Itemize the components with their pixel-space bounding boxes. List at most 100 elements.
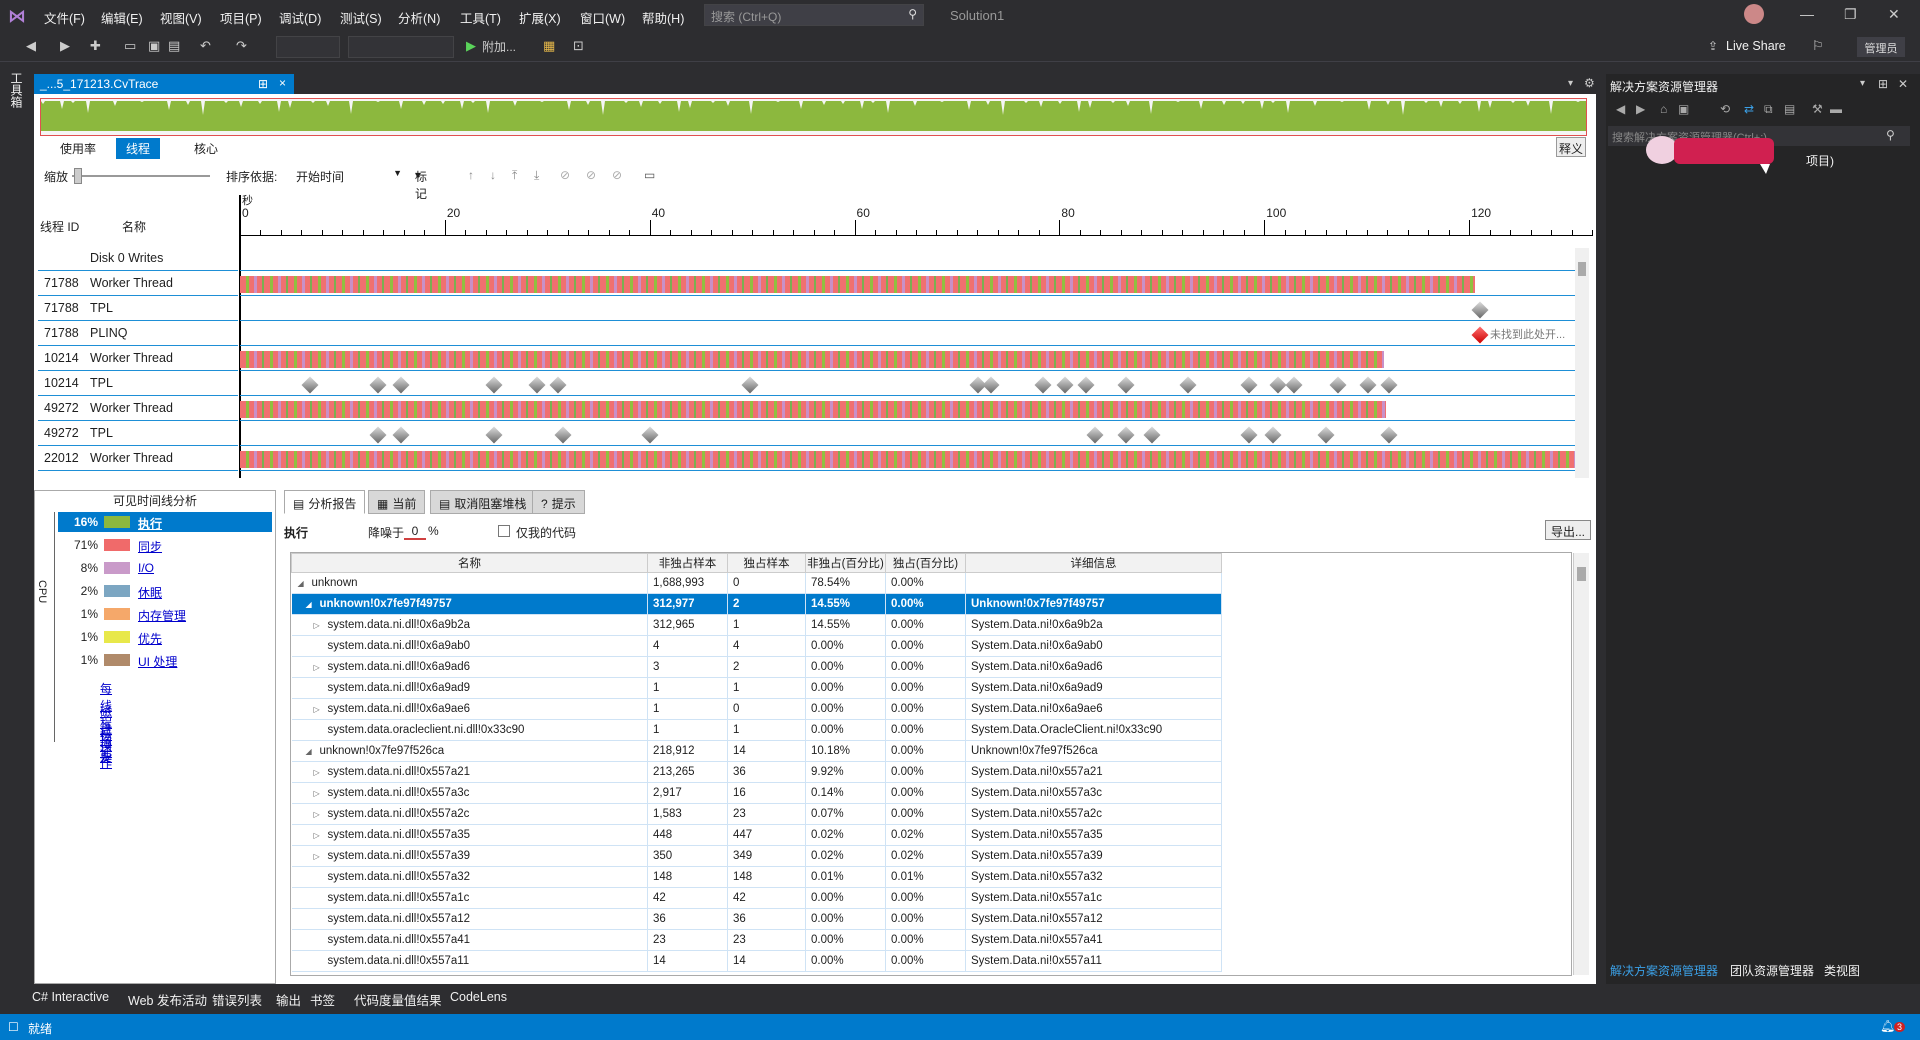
report-link[interactable]: 标记 — [100, 726, 112, 760]
grid-scrollbar-thumb[interactable] — [1577, 567, 1586, 581]
folder-icon[interactable]: ▦ — [543, 38, 555, 54]
grid-row[interactable]: ▷ system.data.ni.dll!0x557a35 448 447 0.02% 0… — [291, 824, 1222, 846]
grid-column-header[interactable]: 非独占样本 — [647, 553, 728, 573]
open-icon[interactable]: ▭ — [124, 38, 136, 54]
thread-row[interactable]: Disk 0 Writes — [38, 246, 238, 271]
thread-row[interactable]: 71788 PLINQ — [38, 321, 238, 346]
execution-segment-bar[interactable] — [240, 401, 1386, 418]
expander-icon[interactable]: ◢ — [298, 579, 312, 588]
report-tab-0[interactable]: ▤ 分析报告 — [284, 490, 366, 514]
save-all-icon[interactable]: ▤ — [168, 38, 180, 54]
category-row[interactable]: 8% I/O — [58, 558, 272, 578]
expander-icon[interactable]: ◢ — [306, 600, 320, 609]
tool-window-tab[interactable]: 代码度量值结果 — [354, 990, 442, 1009]
move-bottom-icon[interactable]: ⤓ — [534, 168, 539, 183]
category-link[interactable]: 执行 — [138, 515, 162, 532]
task-marker-icon[interactable] — [301, 376, 319, 394]
thread-row[interactable]: 10214 TPL — [38, 371, 238, 396]
solution-explorer-tab[interactable]: 解决方案资源管理器 — [1610, 962, 1718, 979]
menu-item-10[interactable]: 帮助(H) — [642, 8, 684, 27]
task-marker-icon[interactable] — [1240, 426, 1258, 444]
home-icon[interactable]: ⌂ — [1660, 102, 1667, 116]
view-tab-1[interactable]: 线程 — [116, 138, 161, 159]
task-marker-icon[interactable] — [1086, 426, 1104, 444]
filter-icon[interactable]: ⊘ — [560, 168, 570, 182]
task-marker-icon[interactable] — [1269, 376, 1287, 394]
solution-explorer-tab[interactable]: 团队资源管理器 — [1730, 962, 1814, 979]
pin-icon[interactable]: ⊞ — [258, 77, 268, 91]
grid-row[interactable]: ▷ system.data.ni.dll!0x557a2c 1,583 23 0.07%… — [291, 803, 1222, 825]
category-row[interactable]: 2% 休眠 — [58, 581, 272, 601]
category-row[interactable]: 1% 内存管理 — [58, 604, 272, 624]
category-row[interactable]: 16% 执行 — [58, 512, 272, 532]
task-marker-icon[interactable] — [485, 426, 503, 444]
grid-row[interactable]: system.data.ni.dll!0x6a9ad9 1 1 0.00% 0.00% S… — [291, 677, 1222, 699]
forward-icon[interactable]: ▶ — [60, 38, 70, 54]
marks-dropdown[interactable]: 标记 ▾ — [415, 168, 427, 201]
grid-column-header[interactable]: 非独占(百分比) — [805, 553, 886, 573]
task-marker-icon[interactable] — [1179, 376, 1197, 394]
tool-window-tab[interactable]: Web 发布活动 — [128, 990, 207, 1009]
attach-button[interactable]: 附加... — [482, 38, 516, 55]
task-marker-icon[interactable] — [641, 426, 659, 444]
zoom-slider-track[interactable] — [72, 175, 210, 177]
save-icon[interactable]: ▣ — [148, 38, 160, 54]
grid-scrollbar[interactable] — [1573, 553, 1589, 975]
grid-row[interactable]: ▷ system.data.ni.dll!0x557a39 350 349 0.02% 0… — [291, 845, 1222, 867]
grid-row[interactable]: system.data.ni.dll!0x557a32 148 148 0.01% 0.… — [291, 866, 1222, 888]
task-marker-icon[interactable] — [1117, 376, 1135, 394]
grid-row[interactable]: system.data.oracleclient.ni.dll!0x33c90 1… — [291, 719, 1222, 741]
report-tab-2[interactable]: ▤ 取消阻塞堆栈 — [430, 490, 536, 514]
sync-icon[interactable]: ⇄ — [1744, 102, 1754, 116]
report-tab-3[interactable]: ? 提示 — [532, 490, 585, 514]
menu-item-4[interactable]: 调试(D) — [279, 8, 321, 27]
visual-studio-logo-icon[interactable]: ⋈ — [8, 6, 32, 26]
task-marker-icon[interactable] — [1240, 376, 1258, 394]
task-marker-icon[interactable] — [554, 426, 572, 444]
task-marker-icon[interactable] — [392, 376, 410, 394]
task-marker-icon[interactable] — [1056, 376, 1074, 394]
ruler-icon[interactable]: ▭ — [644, 168, 655, 182]
new-project-icon[interactable]: ✚ — [90, 38, 101, 54]
view-tab-0[interactable]: 使用率 — [50, 138, 106, 159]
swimlane[interactable] — [240, 346, 1580, 371]
tool-window-tab[interactable]: 输出 — [276, 990, 301, 1009]
admin-badge[interactable]: 管理员 — [1857, 37, 1905, 57]
task-marker-icon[interactable] — [1359, 376, 1377, 394]
menu-item-6[interactable]: 分析(N) — [398, 8, 440, 27]
history-icon[interactable]: ⟲ — [1720, 102, 1730, 116]
thread-id-header[interactable]: 线程 ID — [40, 218, 79, 235]
move-down-icon[interactable]: ↓ — [490, 168, 496, 182]
task-marker-icon[interactable] — [1285, 376, 1303, 394]
grid-row[interactable]: ▷ system.data.ni.dll!0x6a9b2a 312,965 1 14.5… — [291, 614, 1222, 636]
category-link[interactable]: 同步 — [138, 538, 162, 555]
tool-window-tab[interactable]: 错误列表 — [212, 990, 262, 1009]
category-link[interactable]: I/O — [138, 561, 154, 575]
properties-icon[interactable]: ⚒ — [1812, 102, 1823, 116]
menu-item-0[interactable]: 文件(F) — [44, 8, 85, 27]
grid-row[interactable]: ▷ system.data.ni.dll!0x557a3c 2,917 16 0.14%… — [291, 782, 1222, 804]
expander-icon[interactable]: ▷ — [314, 663, 328, 672]
task-marker-icon[interactable] — [1380, 376, 1398, 394]
search-icon[interactable]: ⚲ — [1886, 128, 1895, 142]
minimize-icon[interactable]: — — [1800, 6, 1814, 22]
timeline-scrollbar[interactable] — [1575, 248, 1589, 478]
search-input[interactable]: 搜索 (Ctrl+Q) ⚲ — [704, 4, 924, 26]
timeline-scrollbar-thumb[interactable] — [1578, 262, 1586, 276]
category-row[interactable]: 71% 同步 — [58, 535, 272, 555]
task-marker-icon[interactable] — [1471, 301, 1489, 319]
thread-row[interactable]: 71788 Worker Thread — [38, 271, 238, 296]
expander-icon[interactable]: ▷ — [314, 705, 328, 714]
tab-dropdown-icon[interactable]: ▾ — [1568, 78, 1573, 89]
only-my-code-checkbox[interactable] — [498, 525, 510, 537]
utilization-overview[interactable] — [40, 98, 1587, 136]
swimlane[interactable] — [240, 271, 1580, 296]
category-link[interactable]: 休眠 — [138, 584, 162, 601]
screenshot-icon[interactable]: ⊡ — [573, 38, 584, 54]
grid-row[interactable]: ◢ unknown!0x7fe97f49757 312,977 2 14.55% 0.00… — [291, 593, 1222, 615]
noise-input[interactable]: 0 — [404, 524, 426, 540]
menu-item-8[interactable]: 扩展(X) — [519, 8, 561, 27]
redo-icon[interactable]: ↷ — [236, 38, 247, 54]
task-marker-icon[interactable] — [982, 376, 1000, 394]
tool-window-tab[interactable]: 书签 — [310, 990, 335, 1009]
